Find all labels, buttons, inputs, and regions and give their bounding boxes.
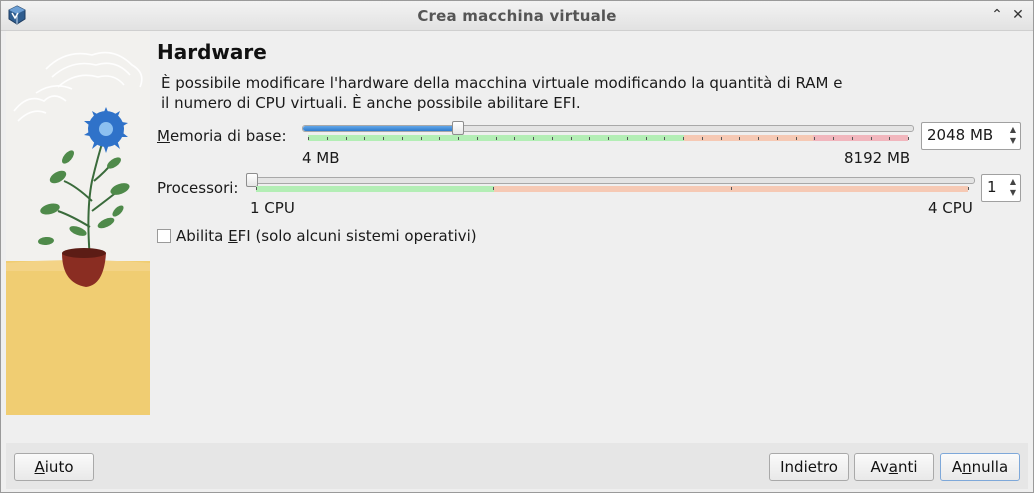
slider-tick [852,137,853,140]
processors-spinbox[interactable]: 1 ▲ ▼ [981,174,1021,202]
memory-label: Memoria di base: [157,127,287,145]
efi-checkbox[interactable] [157,229,171,243]
spin-down-icon[interactable]: ▼ [1007,135,1019,146]
help-button-label: iuto [44,458,74,476]
processors-label: Processori: [157,179,239,197]
memory-label-mnemonic: M [157,127,170,145]
window-title: Crea macchina virtuale [417,7,617,25]
help-button-mnemonic: A [34,458,45,476]
slider-tick [814,137,815,140]
memory-slider[interactable] [302,125,914,132]
slider-tick [327,137,328,140]
slider-tick [589,137,590,140]
next-button-mnemonic: a [888,458,898,476]
processors-value: 1 [987,178,997,196]
efi-label-suffix: FI (solo alcuni sistemi operativi) [237,227,477,245]
cancel-button-prefix: A [951,458,963,476]
page-title: Hardware [157,40,267,64]
memory-zone-critical [813,135,908,141]
efi-label[interactable]: Abilita EFI (solo alcuni sistemi operati… [176,227,477,245]
slider-tick [702,137,703,140]
slider-tick [308,137,309,140]
slider-tick [364,137,365,140]
slider-tick [871,137,872,140]
slider-tick [533,137,534,140]
slider-tick [477,137,478,140]
slider-tick [721,137,722,140]
slider-tick [758,137,759,140]
memory-spin-arrows[interactable]: ▲ ▼ [1007,124,1019,148]
processors-spin-arrows[interactable]: ▲ ▼ [1007,176,1019,200]
slider-tick [346,137,347,140]
memory-slider-fill [303,126,458,131]
cancel-button[interactable]: Annulla [940,453,1020,481]
description-line-2: il numero di CPU virtuali. È anche possi… [161,94,581,112]
spin-up-icon[interactable]: ▲ [1007,176,1019,187]
next-button-suffix: nti [897,458,918,476]
slider-tick [256,187,257,190]
slider-tick [493,187,494,190]
memory-spinbox[interactable]: 2048 MB ▲ ▼ [921,122,1021,150]
next-button-prefix: Av [870,458,889,476]
slider-tick [908,137,909,140]
cancel-button-mnemonic: n [962,458,972,476]
button-bar: Aiuto Indietro Avanti Annulla [6,443,1028,489]
processors-max-label: 4 CPU [928,199,973,217]
chevron-up-icon[interactable]: ⌃ [988,6,1006,24]
memory-max-label: 8192 MB [844,149,911,167]
slider-tick [402,137,403,140]
spin-up-icon[interactable]: ▲ [1007,124,1019,135]
slider-tick [731,187,732,190]
next-button[interactable]: Avanti [854,453,934,481]
memory-zone-warning [684,135,813,141]
slider-tick [968,187,969,190]
help-button[interactable]: Aiuto [14,453,94,481]
memory-slider-handle[interactable] [452,121,464,135]
spin-down-icon[interactable]: ▼ [1007,187,1019,198]
slider-tick [683,137,684,140]
slider-tick [552,137,553,140]
slider-tick [739,137,740,140]
slider-tick [627,137,628,140]
slider-tick [833,137,834,140]
slider-tick [571,137,572,140]
cancel-button-suffix: nulla [971,458,1009,476]
slider-tick [458,137,459,140]
slider-tick [514,137,515,140]
efi-label-prefix: Abilita [176,227,229,245]
close-icon[interactable]: ✕ [1009,6,1027,24]
slider-tick [383,137,384,140]
slider-tick [439,137,440,140]
memory-value: 2048 MB [927,126,994,144]
memory-label-text: emoria di base: [169,127,287,145]
processors-zone-optimal [256,186,494,192]
create-vm-dialog: Crea macchina virtuale ⌃ ✕ Hardware È po… [0,0,1034,493]
slider-tick [421,137,422,140]
wizard-page: Hardware È possibile modificare l'hardwa… [151,31,1031,441]
memory-min-label: 4 MB [302,149,340,167]
processors-slider[interactable] [251,177,975,184]
slider-tick [664,137,665,140]
slider-tick [646,137,647,140]
processors-slider-handle[interactable] [246,173,258,187]
slider-tick [889,137,890,140]
wizard-illustration [6,31,150,415]
slider-tick [608,137,609,140]
back-button[interactable]: Indietro [769,453,849,481]
slider-tick [796,137,797,140]
page-description: È possibile modificare l'hardware della … [161,73,921,113]
description-line-1: È possibile modificare l'hardware della … [161,74,843,92]
processors-min-label: 1 CPU [250,199,295,217]
title-bar[interactable]: Crea macchina virtuale ⌃ ✕ [1,1,1033,31]
slider-tick [777,137,778,140]
slider-tick [496,137,497,140]
efi-label-mnemonic: E [228,227,238,245]
